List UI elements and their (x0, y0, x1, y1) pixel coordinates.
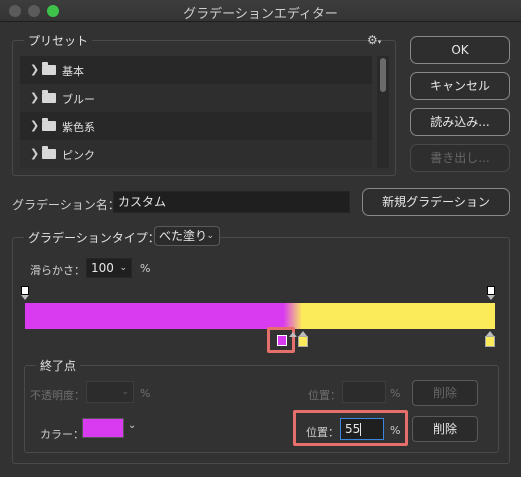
preset-folder-name: 紫色系 (62, 121, 95, 134)
list-item[interactable]: ❯ 基本 (20, 56, 372, 84)
preset-list[interactable]: ❯ 基本 ❯ ブルー ❯ 紫色系 ❯ ピンク (20, 56, 372, 168)
title-bar: グラデーションエディター (0, 0, 521, 22)
window-title: グラデーションエディター (183, 7, 338, 22)
color-location-value: 55 (345, 422, 361, 436)
new-gradient-button[interactable]: 新規グラデーション (362, 188, 510, 216)
opacity-stop-left[interactable] (21, 286, 29, 300)
smoothness-label: 滑らかさ： (30, 264, 85, 277)
folder-icon (42, 62, 56, 75)
color-stop-yellow-end[interactable] (485, 331, 495, 347)
gear-icon[interactable]: ⚙▾ (367, 33, 381, 47)
cancel-button[interactable]: キャンセル (410, 72, 510, 100)
preset-folder-name: ピンク (62, 149, 95, 162)
ok-button[interactable]: OK (410, 36, 510, 64)
gradient-type-label: グラデーションタイプ： (24, 229, 164, 246)
folder-icon (42, 90, 56, 103)
stop-pointer-icon (21, 295, 29, 300)
opacity-unit: % (140, 387, 151, 400)
stop-pointer-icon (289, 332, 297, 337)
color-stop-swatch (485, 336, 495, 347)
gradient-name-label: グラデーション名： (12, 198, 120, 212)
chevron-down-icon[interactable]: ⌄ (119, 259, 127, 277)
chevron-right-icon[interactable]: ❯ (30, 119, 39, 132)
folder-icon (42, 118, 56, 131)
color-stop-swatch (298, 336, 308, 347)
folder-icon (42, 146, 56, 159)
gradient-type-value: べた塗り (159, 229, 208, 243)
stop-pointer-icon (487, 295, 495, 300)
scrollbar-thumb[interactable] (380, 58, 386, 92)
opacity-stop-right[interactable] (487, 286, 495, 300)
smoothness-input[interactable]: 100 ⌄ (86, 258, 132, 278)
preset-folder-name: 基本 (62, 65, 84, 78)
smoothness-value: 100 (91, 261, 114, 275)
gradient-type-select[interactable]: べた塗り ⌄ (154, 226, 220, 246)
list-item[interactable]: ❯ 紫色系 (20, 112, 372, 140)
chevron-right-icon[interactable]: ❯ (30, 63, 39, 76)
opacity-delete-button[interactable]: 削除 (412, 380, 478, 406)
opacity-stop-icon (487, 286, 495, 295)
chevron-down-icon[interactable]: ⌄ (121, 382, 129, 402)
chevron-right-icon[interactable]: ❯ (30, 91, 39, 104)
opacity-label: 不透明度： (30, 389, 85, 402)
chevron-down-icon[interactable]: ⌄ (128, 420, 136, 431)
opacity-location-unit: % (390, 387, 401, 400)
opacity-location-input[interactable] (342, 381, 386, 403)
chevron-down-icon: ⌄ (206, 231, 214, 241)
load-button[interactable]: 読み込み... (410, 108, 510, 136)
color-location-unit: % (390, 424, 401, 437)
color-label: カラー： (40, 428, 84, 441)
gradient-bar[interactable] (25, 303, 495, 329)
preset-folder-name: ブルー (62, 93, 95, 106)
export-button[interactable]: 書き出し... (410, 144, 510, 172)
text-cursor (360, 423, 362, 436)
color-stop-selected[interactable] (277, 335, 287, 346)
gradient-name-input[interactable]: カスタム (113, 191, 350, 213)
chevron-right-icon[interactable]: ❯ (30, 147, 39, 160)
presets-label: プリセット (24, 32, 93, 49)
color-location-input[interactable]: 55 (340, 418, 384, 440)
opacity-stop-icon (21, 286, 29, 295)
color-stop-yellow[interactable] (298, 331, 308, 347)
list-item[interactable]: ❯ ブルー (20, 84, 372, 112)
smoothness-unit: % (140, 262, 151, 275)
opacity-location-label: 位置： (308, 389, 341, 402)
color-location-label: 位置： (306, 426, 339, 439)
stops-label: 終了点 (36, 357, 81, 374)
list-item[interactable]: ❯ ピンク (20, 140, 372, 168)
color-delete-button[interactable]: 削除 (412, 416, 478, 442)
opacity-input[interactable]: ⌄ (86, 381, 134, 403)
preset-scrollbar[interactable] (377, 56, 389, 168)
color-swatch[interactable] (82, 418, 124, 438)
